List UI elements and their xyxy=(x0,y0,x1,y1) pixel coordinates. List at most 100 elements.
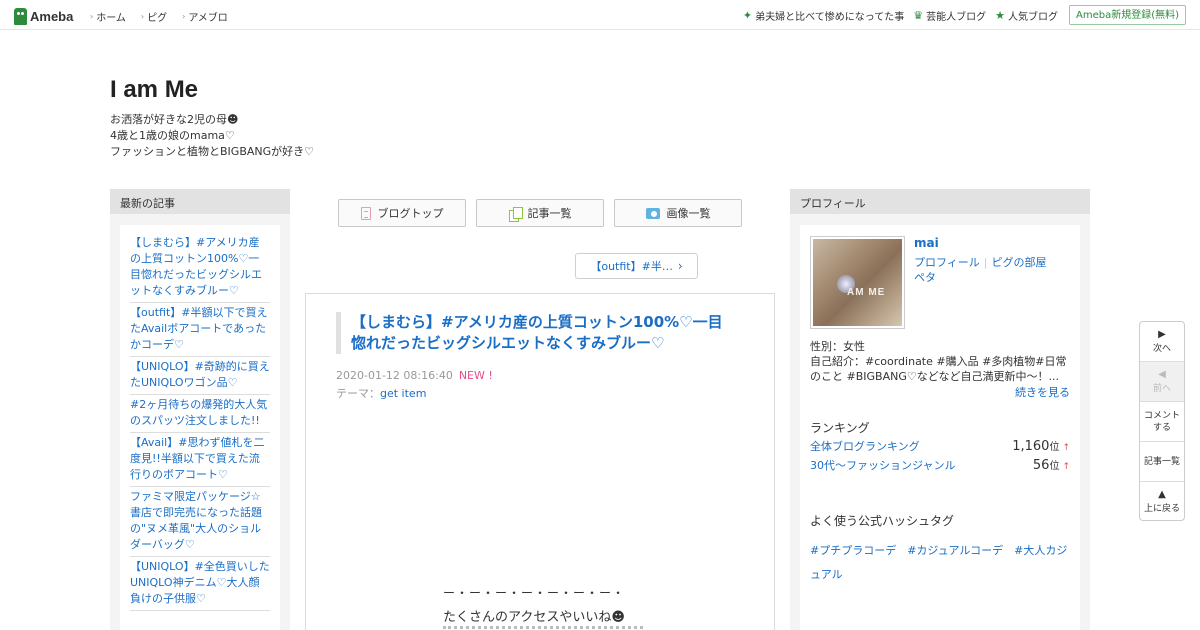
celebrity-blog-label: 芸能人ブログ xyxy=(926,11,987,23)
avatar-caption: AM ME xyxy=(847,287,886,298)
recent-article-link[interactable]: #2ヶ月待ちの爆発的大人気のスパッツ注文しました!! xyxy=(130,395,270,433)
comment-button[interactable]: コメントする xyxy=(1140,402,1184,442)
hashtag-link[interactable]: #プチプラコーデ xyxy=(810,544,896,557)
nav-link-label: ホーム xyxy=(96,13,126,24)
prev-button[interactable]: ◀ 前へ xyxy=(1140,362,1184,402)
recent-article-link[interactable]: ファミマ限定パッケージ☆書店で即完売になった話題の"ヌメ革風"大人のショルダーバ… xyxy=(130,487,270,557)
trending-link[interactable]: ✦ 弟夫婦と比べて惨めになってた事 xyxy=(743,8,904,23)
decorative-divider: ー・ー・ー・ー・ー・ー・ー・ xyxy=(443,586,626,600)
hashtag-list: #プチプラコーデ #カジュアルコーデ #大人カジュアル xyxy=(810,539,1072,587)
profile-name[interactable]: mai xyxy=(914,236,939,250)
theme-link[interactable]: get item xyxy=(380,387,426,400)
profile-avatar[interactable]: AM ME xyxy=(810,236,905,329)
ameba-logo-icon xyxy=(14,7,27,25)
star-icon: ★ xyxy=(995,8,1005,22)
recent-article-link[interactable]: 【UNIQLO】#全色買いしたUNIQLO神デニム♡大人顔負けの子供服♡ xyxy=(130,557,270,611)
ranking-link[interactable]: 全体ブログランキング xyxy=(810,438,920,454)
article-list-side-button[interactable]: 記事一覧 xyxy=(1140,442,1184,482)
article-title[interactable]: 【しまむら】#アメリカ産の上質コットン100%♡一目惚れだったビッグシルエットな… xyxy=(336,312,736,354)
blog-desc-line: お洒落が好きな2児の母☻ xyxy=(110,113,239,126)
popular-blog-label: 人気ブログ xyxy=(1007,11,1058,23)
logo-text: Ameba xyxy=(30,8,74,24)
document-icon xyxy=(360,206,371,220)
profile-panel: プロフィール AM ME mai プロフィール | ピグの部屋 ペタ 性別：女性 自… xyxy=(790,189,1090,630)
trending-link-label: 弟夫婦と比べて惨めになってた事 xyxy=(755,11,905,23)
profile-card: AM ME mai プロフィール | ピグの部屋 ペタ 性別：女性 自己紹介：#co… xyxy=(800,225,1080,630)
ranking-unit: 位 xyxy=(1049,461,1060,472)
ranking-heading: ランキング xyxy=(810,421,870,435)
back-to-top-button[interactable]: ▲ 上に戻る xyxy=(1140,482,1184,522)
blog-nav-buttons: ブログトップ 記事一覧 画像一覧 xyxy=(338,199,752,227)
back-icon: ◀ xyxy=(1158,368,1166,380)
recent-article-link[interactable]: 【しまむら】#アメリカ産の上質コットン100%♡一目惚れだったビッグシルエットな… xyxy=(130,233,270,303)
ranking-number: 1,160 xyxy=(1012,439,1050,454)
register-button[interactable]: Ameba新規登録(無料) xyxy=(1068,5,1186,25)
nav-link-label: アメブロ xyxy=(188,13,228,24)
profile-info: 性別：女性 自己紹介：#coordinate #購入品 #多肉植物#日常のこと … xyxy=(810,339,1072,384)
blog-title[interactable]: I am Me xyxy=(110,76,198,104)
avatar-image: AM ME xyxy=(813,239,902,326)
article-list-button[interactable]: 記事一覧 xyxy=(476,199,604,227)
article-theme: テーマ：get item xyxy=(336,385,426,401)
play-icon: ▶ xyxy=(1158,328,1166,340)
read-more-link[interactable]: 続きを見る xyxy=(1015,384,1070,400)
recent-articles-list: 【しまむら】#アメリカ産の上質コットン100%♡一目惚れだったビッグシルエットな… xyxy=(120,225,280,630)
trend-up-icon: ↑ xyxy=(1062,443,1070,453)
nav-link-label: ピグ xyxy=(147,13,168,24)
profile-gender: 性別：女性 xyxy=(810,340,865,353)
ranking-row: 30代〜ファッションジャンル 56位 ↑ xyxy=(810,457,1070,473)
back-to-top-label: 上に戻る xyxy=(1143,504,1180,514)
ranking-number: 56 xyxy=(1032,458,1050,473)
ameba-logo[interactable]: Ameba xyxy=(14,7,73,25)
recent-article-link[interactable]: 【outfit】#半額以下で買えたAvailボアコートであったかコーデ♡ xyxy=(130,303,270,357)
nav-link-home[interactable]: › ホーム xyxy=(90,9,126,24)
article-meta: 2020-01-12 08:16:40 NEW ! xyxy=(336,369,493,382)
article-card: 【しまむら】#アメリカ産の上質コットン100%♡一目惚れだったビッグシルエットな… xyxy=(305,293,775,630)
profile-heading: プロフィール xyxy=(790,189,1090,214)
sparkle-icon: ✦ xyxy=(742,8,753,22)
camera-icon xyxy=(645,207,660,219)
nav-link-ameblo[interactable]: › アメブロ xyxy=(182,9,228,24)
recent-articles-panel: 最新の記事 【しまむら】#アメリカ産の上質コットン100%♡一目惚れだったビッグ… xyxy=(110,189,290,630)
peta-link[interactable]: ペタ xyxy=(914,271,936,284)
trend-up-icon: ↑ xyxy=(1062,462,1070,472)
profile-links: プロフィール | ピグの部屋 ペタ xyxy=(914,255,1064,285)
recent-article-link[interactable]: 【UNIQLO】#奇跡的に買えたUNIQLOワゴン品♡ xyxy=(130,357,270,395)
pig-room-link[interactable]: ピグの部屋 xyxy=(992,256,1047,269)
profile-link[interactable]: プロフィール xyxy=(914,256,980,269)
arrow-up-icon: ▲ xyxy=(1158,489,1166,500)
recent-article-link[interactable]: 【Avail】#思わず値札を二度見!!半額以下で買えた流行りのボアコート♡ xyxy=(130,433,270,487)
blog-top-label: ブログトップ xyxy=(377,207,444,220)
nav-link-pig[interactable]: › ピグ xyxy=(141,9,167,24)
prev-label: 前へ xyxy=(1152,383,1171,394)
ranking-unit: 位 xyxy=(1049,442,1060,453)
ranking-link[interactable]: 30代〜ファッションジャンル xyxy=(810,457,955,473)
previous-article-label: 【outfit】#半… xyxy=(590,260,673,273)
article-body-line: たくさんのアクセスやいいね☻ xyxy=(443,610,625,625)
link-separator: | xyxy=(983,256,988,269)
article-list-label: 記事一覧 xyxy=(527,207,572,220)
blog-top-button[interactable]: ブログトップ xyxy=(338,199,466,227)
previous-article-link[interactable]: 【outfit】#半… › xyxy=(575,253,698,279)
ranking-value: 1,160位 ↑ xyxy=(1012,438,1070,454)
crown-icon: ♛ xyxy=(913,8,924,22)
recent-articles-heading: 最新の記事 xyxy=(110,189,290,214)
celebrity-blog-link[interactable]: ♛ 芸能人ブログ xyxy=(913,8,986,23)
floating-nav: ▶ 次へ ◀ 前へ コメントする 記事一覧 ▲ 上に戻る xyxy=(1139,321,1185,521)
profile-intro: 自己紹介：#coordinate #購入品 #多肉植物#日常のこと #BIGBA… xyxy=(810,355,1067,383)
hashtag-link[interactable]: #カジュアルコーデ xyxy=(907,544,1003,557)
article-datetime: 2020-01-12 08:16:40 xyxy=(336,369,453,382)
top-bar: Ameba › ホーム › ピグ › アメブロ ✦ 弟夫婦と比べて惨めになってた事 ♛ 芸… xyxy=(0,0,1200,30)
clipped-text-line xyxy=(443,626,643,630)
blog-desc-line: 4歳と1歳の娘のmama♡ xyxy=(110,129,235,142)
chevron-right-icon: › xyxy=(90,12,94,21)
chevron-right-icon: › xyxy=(140,12,145,21)
ranking-row: 全体ブログランキング 1,160位 ↑ xyxy=(810,438,1070,454)
theme-label: テーマ： xyxy=(336,387,380,400)
copy-icon xyxy=(508,206,523,222)
next-button[interactable]: ▶ 次へ xyxy=(1140,322,1184,362)
image-list-button[interactable]: 画像一覧 xyxy=(614,199,742,227)
blog-description: お洒落が好きな2児の母☻ 4歳と1歳の娘のmama♡ ファッションと植物とBIG… xyxy=(110,112,314,160)
hashtag-heading: よく使う公式ハッシュタグ xyxy=(810,514,955,528)
popular-blog-link[interactable]: ★ 人気ブログ xyxy=(995,8,1058,23)
